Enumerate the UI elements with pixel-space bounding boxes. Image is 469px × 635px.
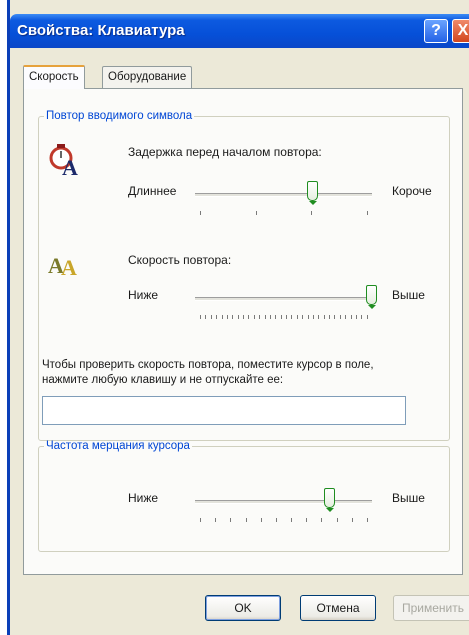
window-title: Свойства: Клавиатура [17,22,185,39]
delay-left-label: Длиннее [128,184,177,198]
cursor-blink-legend: Частота мерцания курсора [46,440,190,452]
repeat-group: Повтор вводимого символа [38,110,450,441]
delay-right-label: Короче [392,184,432,198]
blink-slider-thumb[interactable] [324,488,335,512]
rate-ticks [200,315,368,319]
apply-button[interactable]: Применить [393,595,469,621]
tab-panel-speed: Повтор вводимого символа A Задержка пере… [23,88,463,575]
rate-left-label: Ниже [128,288,159,302]
delay-slider[interactable] [195,193,372,197]
delay-ticks [200,211,368,215]
delay-label: Задержка перед началом повтора: [128,145,322,159]
close-button[interactable]: X [452,19,469,43]
tab-speed[interactable]: Скорость [23,65,85,89]
rate-slider-thumb[interactable] [366,285,377,309]
keyboard-properties-dialog: Свойства: Клавиатура ? X Скорость Оборуд… [7,0,469,635]
help-button[interactable]: ? [424,19,448,43]
cancel-button[interactable]: Отмена [300,595,376,621]
repeat-test-field[interactable] [42,396,406,425]
rate-right-label: Выше [392,288,425,302]
blink-left-label: Ниже [128,491,159,505]
svg-text:A: A [62,155,78,177]
tab-hardware[interactable]: Оборудование [102,66,193,88]
blink-ticks [200,518,368,522]
repeat-group-legend: Повтор вводимого символа [46,110,193,122]
ok-button[interactable]: OK [205,595,281,621]
rate-slider[interactable] [195,297,372,301]
double-a-icon: A A [48,249,88,280]
svg-text:A: A [61,255,77,279]
cursor-blink-group: Частота мерцания курсора [38,440,450,552]
rate-label: Скорость повтора: [128,253,232,267]
blink-right-label: Выше [392,491,425,505]
blink-slider[interactable] [195,500,372,504]
test-hint: Чтобы проверить скорость повтора, помест… [42,359,374,386]
title-bar[interactable]: Свойства: Клавиатура ? X [10,14,469,48]
stopwatch-a-icon: A [48,141,84,180]
delay-slider-thumb[interactable] [307,181,318,205]
